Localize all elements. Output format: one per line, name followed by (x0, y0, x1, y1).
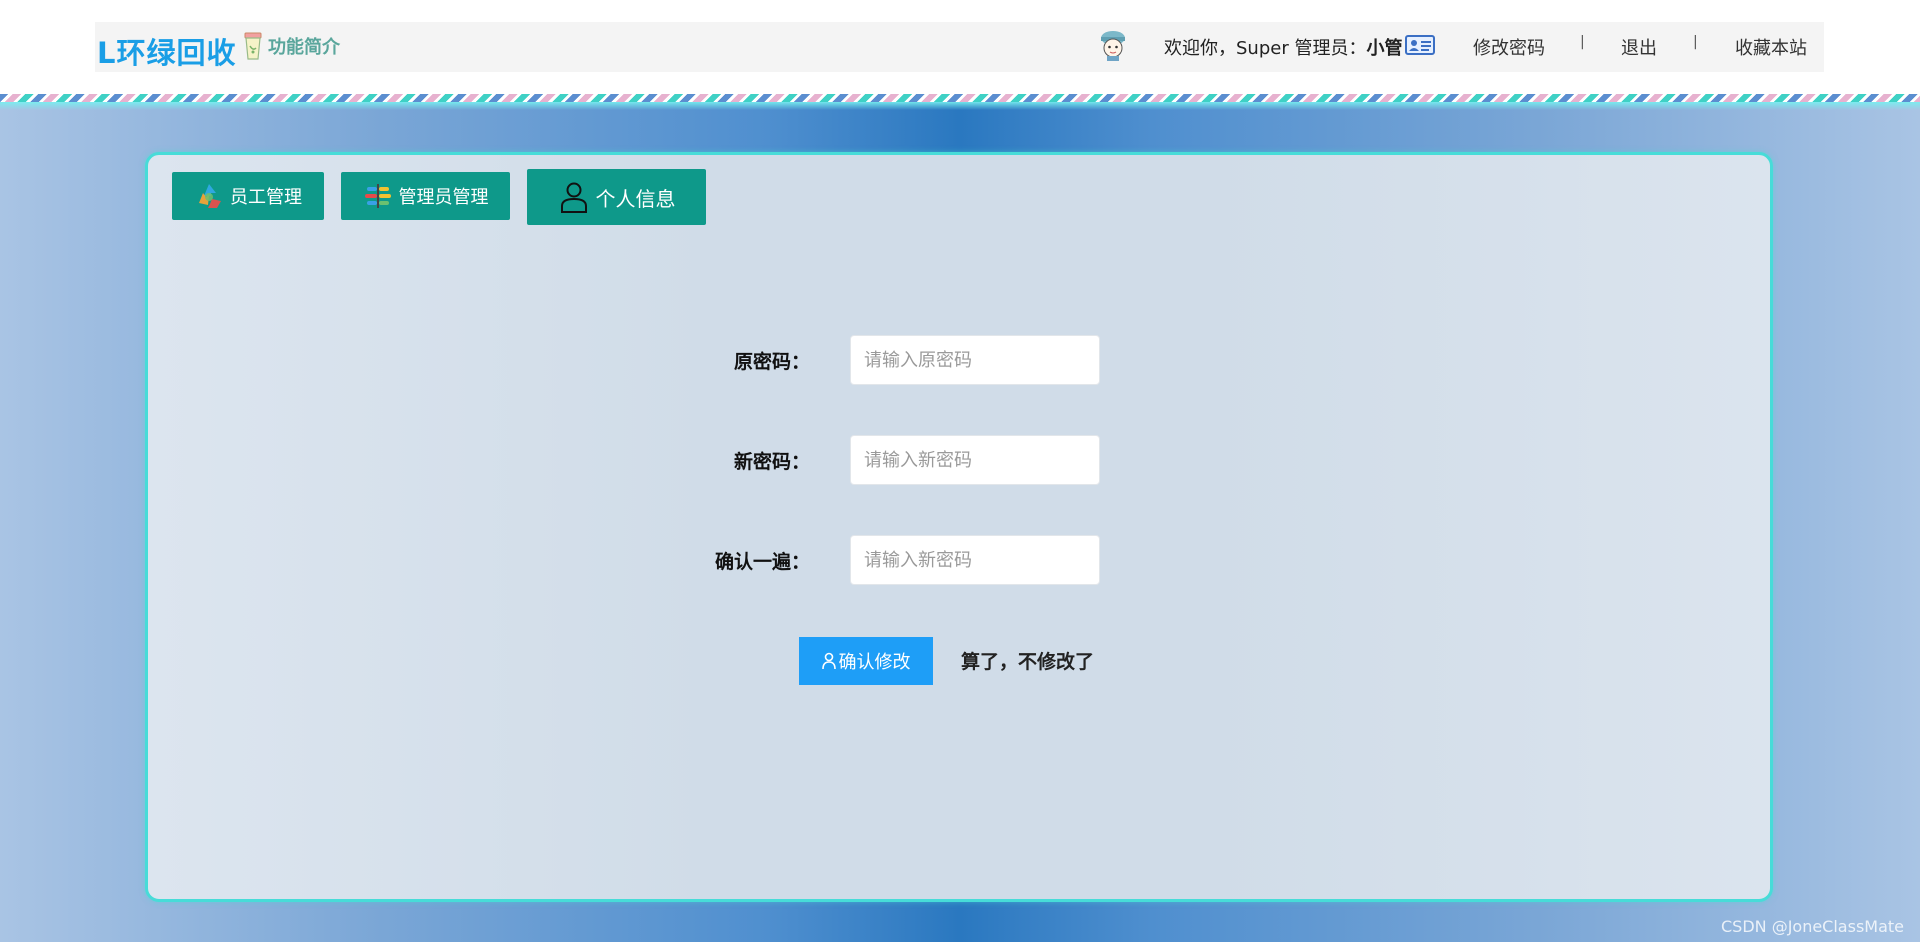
new-password-input[interactable] (850, 435, 1100, 485)
watermark: CSDN @JoneClassMate (1720, 917, 1904, 936)
new-password-label: 新密码： (733, 451, 810, 473)
intro-link-label: 功能简介 (268, 37, 340, 58)
logout-link[interactable]: 退出 (1621, 34, 1657, 60)
avatar[interactable] (1097, 28, 1129, 62)
top-header: L环绿回收 功能简介 欢迎你，Super 管理员：小管 修改密码 | 退出 | … (0, 0, 1920, 94)
navbar: L环绿回收 功能简介 欢迎你，Super 管理员：小管 修改密码 | 退出 | … (95, 22, 1824, 72)
tab-personal-info[interactable]: 个人信息 (527, 169, 706, 225)
user-name: 小管 (1366, 38, 1403, 59)
cup-icon (244, 32, 262, 60)
confirm-password-label: 确认一遍： (714, 551, 810, 573)
user-icon (560, 182, 587, 213)
decorative-stripe (0, 94, 1920, 102)
tab-label: 个人信息 (595, 186, 676, 211)
tab-admin-management[interactable]: 管理员管理 (341, 172, 510, 220)
brand-logo-text[interactable]: L环绿回收 (97, 30, 236, 72)
nav-separator: | (1693, 34, 1698, 50)
cancel-change-link[interactable]: 算了，不修改了 (961, 647, 1094, 674)
tab-employee-management[interactable]: 员工管理 (172, 172, 324, 220)
confirm-change-label: 确认修改 (838, 652, 911, 673)
decorative-glow (0, 102, 1920, 110)
user-icon (821, 652, 836, 670)
confirm-change-button[interactable]: 确认修改 (799, 637, 933, 685)
nav-separator: | (1580, 34, 1585, 50)
intro-link[interactable]: 功能简介 (242, 31, 340, 61)
welcome-prefix: 欢迎你，Super 管理员： (1164, 38, 1367, 59)
id-card-icon[interactable] (1405, 34, 1435, 56)
old-password-input[interactable] (850, 335, 1100, 385)
main-panel: 员工管理 管理员管理 个人信息 原密码： 新密码： 确认一遍： 确认修改 算了，… (145, 152, 1773, 902)
bookmark-link[interactable]: 收藏本站 (1735, 34, 1807, 60)
tab-label: 员工管理 (230, 187, 302, 208)
confirm-password-row: 确认一遍： (148, 535, 1770, 585)
recycle-icon (199, 184, 221, 208)
tab-label: 管理员管理 (398, 187, 489, 208)
confirm-password-input[interactable] (850, 535, 1100, 585)
new-password-row: 新密码： (148, 435, 1770, 485)
old-password-row: 原密码： (148, 335, 1770, 385)
sort-icon (364, 184, 391, 208)
welcome-text: 欢迎你，Super 管理员：小管 (1164, 34, 1402, 60)
change-password-link[interactable]: 修改密码 (1473, 34, 1545, 60)
old-password-label: 原密码： (733, 351, 810, 373)
